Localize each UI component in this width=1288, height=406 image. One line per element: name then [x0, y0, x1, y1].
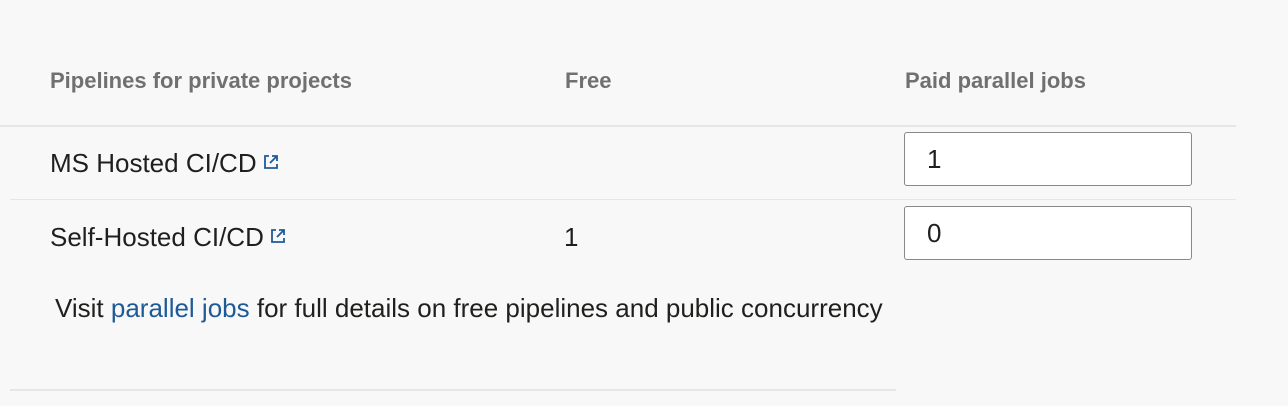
- divider: [10, 389, 896, 391]
- parallel-jobs-link[interactable]: parallel jobs: [111, 293, 250, 323]
- paid-parallel-jobs-input-ms-hosted[interactable]: [904, 132, 1192, 186]
- footnote-suffix: for full details on free pipelines and p…: [249, 293, 883, 323]
- column-header-pipelines: Pipelines for private projects: [50, 68, 352, 93]
- paid-parallel-jobs-input-self-hosted[interactable]: [904, 206, 1192, 260]
- footnote: Visit parallel jobs for full details on …: [55, 293, 883, 324]
- row-name-label: MS Hosted CI/CD: [50, 148, 257, 178]
- column-header-free: Free: [565, 68, 612, 93]
- row-name-label: Self-Hosted CI/CD: [50, 222, 264, 252]
- external-link-icon: [263, 154, 278, 169]
- table-row-self-hosted: Self-Hosted CI/CD 1: [10, 200, 1236, 273]
- table-row-ms-hosted: MS Hosted CI/CD: [10, 126, 1236, 200]
- external-link-icon: [270, 228, 285, 243]
- column-header-paid-parallel-jobs: Paid parallel jobs: [905, 68, 1086, 93]
- footnote-prefix: Visit: [55, 293, 111, 323]
- free-value: 1: [564, 222, 579, 252]
- parallel-jobs-panel: Pipelines for private projects Free Paid…: [0, 0, 1288, 406]
- table-header: Pipelines for private projects Free Paid…: [0, 0, 1236, 127]
- self-hosted-link[interactable]: Self-Hosted CI/CD: [50, 222, 286, 253]
- ms-hosted-link[interactable]: MS Hosted CI/CD: [50, 148, 279, 179]
